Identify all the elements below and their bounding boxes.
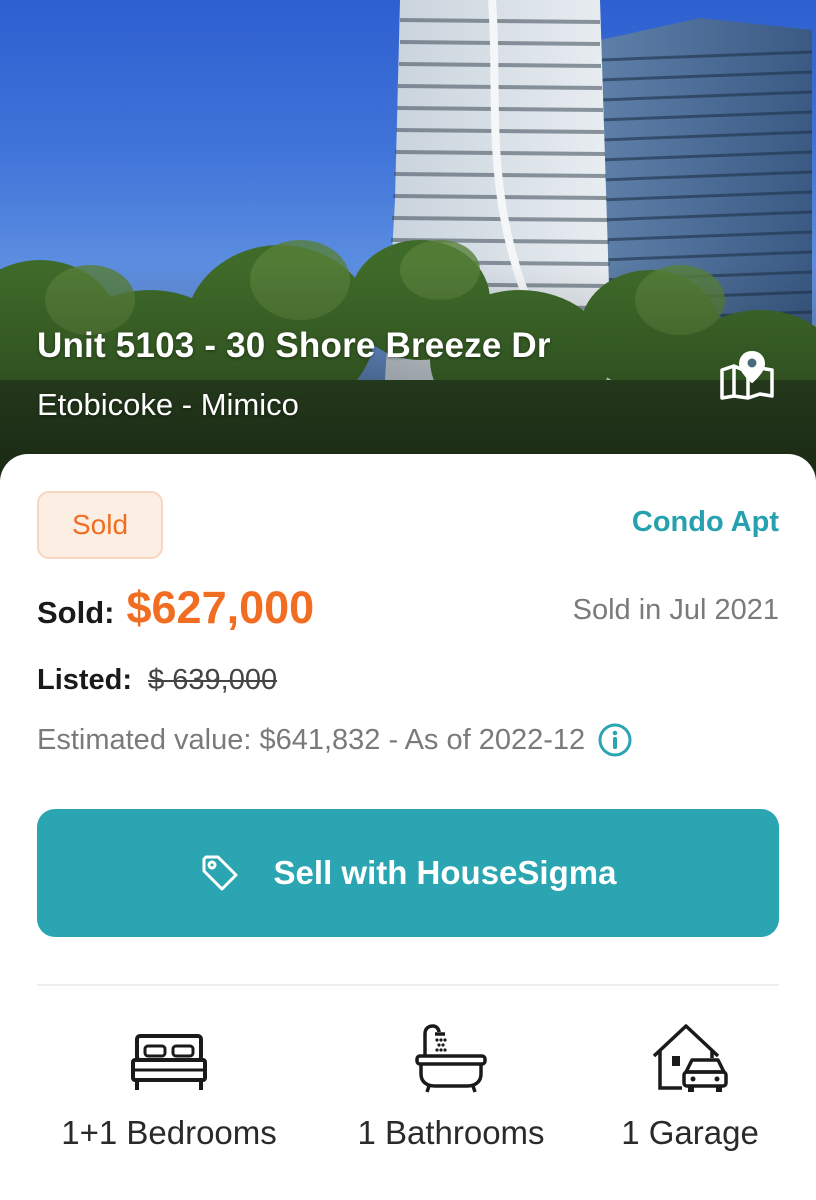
listed-label: Listed: [37,664,133,696]
map-button[interactable] [718,348,784,408]
info-icon[interactable] [597,722,633,758]
sold-date: Sold in Jul 2021 [572,594,779,626]
garage-label: 1 Garage [621,1114,759,1151]
sold-label: Sold: [37,595,115,630]
sell-with-housesigma-button[interactable]: Sell with HouseSigma [37,809,779,937]
feature-garage: 1 Garage [600,1014,780,1152]
bathtub-icon [415,1014,487,1094]
garage-icon [650,1014,730,1094]
map-pin-icon [720,350,774,400]
sell-button-label: Sell with HouseSigma [273,854,617,891]
estimated-value-row: Estimated value: $641,832 - As of 2022-1… [37,722,633,758]
listing-neighborhood: Etobicoke - Mimico [37,387,299,422]
listed-price: $ 639,000 [148,664,278,696]
divider [37,984,779,986]
bathrooms-label: 1 Bathrooms [357,1114,545,1151]
bed-icon [129,1014,209,1094]
listed-price-row: Listed: $ 639,000 [37,664,277,697]
listing-details-card: Sold Condo Apt Sold: $627,000 Sold in Ju… [0,454,816,1200]
estimated-value: Estimated value: $641,832 - As of 2022-1… [37,723,586,756]
sold-price-row: Sold: $627,000 [37,582,314,634]
sold-price: $627,000 [126,582,315,633]
hero-photo[interactable]: Unit 5103 - 30 Shore Breeze Dr Etobicoke… [0,0,816,480]
price-tag-icon [200,853,240,893]
status-badge: Sold [37,491,163,559]
feature-bathrooms: 1 Bathrooms [330,1014,572,1152]
feature-bedrooms: 1+1 Bedrooms [45,1014,293,1152]
bedrooms-label: 1+1 Bedrooms [61,1114,277,1151]
property-type: Condo Apt [631,506,779,538]
listing-address: Unit 5103 - 30 Shore Breeze Dr [37,326,551,365]
